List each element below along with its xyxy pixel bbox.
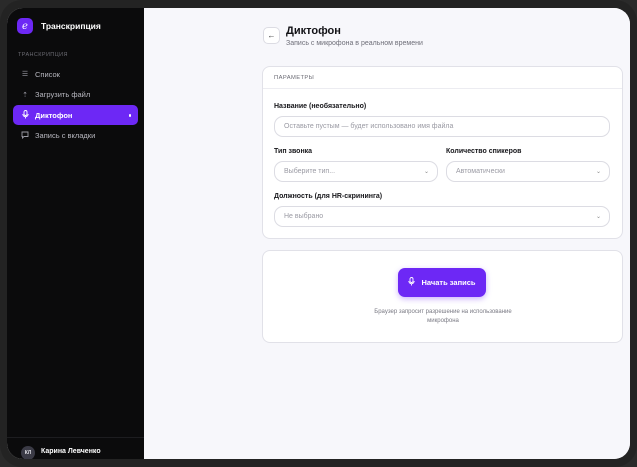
sidebar-section-label: ТРАНСКРИПЦИЯ: [18, 52, 68, 58]
mic-icon: [20, 109, 30, 121]
upload-icon: ⇡: [22, 91, 28, 99]
list-icon: ☰: [21, 71, 29, 78]
brand-logo-icon: e: [17, 18, 33, 34]
record-card: Начать запись Браузер запросит разрешени…: [262, 250, 623, 343]
sidebar-item-list[interactable]: ☰ Список: [13, 64, 138, 84]
device-frame: e Транскрипция ТРАНСКРИПЦИЯ ☰ Список ⇡ З…: [0, 0, 637, 467]
start-recording-label: Начать запись: [421, 278, 476, 287]
active-indicator-dot: [128, 114, 131, 117]
name-input-placeholder: Оставьте пустым — будет использовано имя…: [284, 123, 454, 130]
mic-icon: [408, 277, 416, 288]
user-name: Карина Левченко: [41, 448, 101, 455]
position-label: Должность (для HR-скрининга): [274, 193, 383, 200]
position-select[interactable]: Не выбрано ⌄: [274, 206, 610, 227]
position-value: Не выбрано: [284, 213, 324, 220]
chat-icon: [20, 131, 30, 141]
sidebar-item-label: Загрузить файл: [35, 90, 91, 100]
speakers-select[interactable]: Автоматически ⌄: [446, 161, 610, 182]
chevron-down-icon: ⌄: [595, 169, 601, 175]
params-header: ПАРАМЕТРЫ: [263, 67, 622, 89]
arrow-left-icon: ←: [267, 31, 276, 40]
call-type-select[interactable]: Выберите тип... ⌄: [274, 161, 438, 182]
chevron-down-icon: ⌄: [423, 169, 429, 175]
sidebar-item-tab-record[interactable]: Запись с вкладки: [13, 126, 138, 146]
sidebar-nav: ☰ Список ⇡ Загрузить файл Диктофон Запис…: [13, 64, 138, 146]
speakers-value: Автоматически: [456, 168, 505, 175]
start-recording-button[interactable]: Начать запись: [398, 268, 486, 297]
page-subtitle: Запись с микрофона в реальном времени: [286, 40, 423, 47]
sidebar-item-upload[interactable]: ⇡ Загрузить файл: [13, 85, 138, 105]
avatar: КЛ: [21, 445, 35, 459]
user-profile[interactable]: КЛ Карина Левченко: [7, 437, 144, 459]
sidebar-item-dictaphone[interactable]: Диктофон: [13, 105, 138, 126]
params-card: ПАРАМЕТРЫ Название (необязательно) Остав…: [262, 66, 623, 239]
sidebar: e Транскрипция ТРАНСКРИПЦИЯ ☰ Список ⇡ З…: [7, 8, 144, 459]
brand-name: Транскрипция: [41, 21, 101, 31]
call-type-label: Тип звонка: [274, 148, 313, 155]
chevron-down-icon: ⌄: [595, 214, 601, 220]
sidebar-item-label: Диктофон: [35, 110, 73, 120]
call-type-value: Выберите тип...: [284, 168, 336, 175]
name-field-label: Название (необязательно): [274, 103, 367, 110]
sidebar-item-label: Запись с вкладки: [35, 131, 96, 141]
microphone-permission-note: Браузер запросит разрешение на использов…: [374, 309, 512, 324]
brand[interactable]: e Транскрипция: [17, 18, 101, 34]
back-button[interactable]: ←: [263, 27, 280, 44]
speakers-label: Количество спикеров: [446, 148, 522, 155]
name-input[interactable]: Оставьте пустым — будет использовано имя…: [274, 116, 610, 137]
main-content: ← Диктофон Запись с микрофона в реальном…: [144, 8, 630, 459]
app-window: e Транскрипция ТРАНСКРИПЦИЯ ☰ Список ⇡ З…: [7, 8, 630, 459]
page-title: Диктофон: [286, 25, 341, 37]
sidebar-item-label: Список: [35, 69, 60, 79]
